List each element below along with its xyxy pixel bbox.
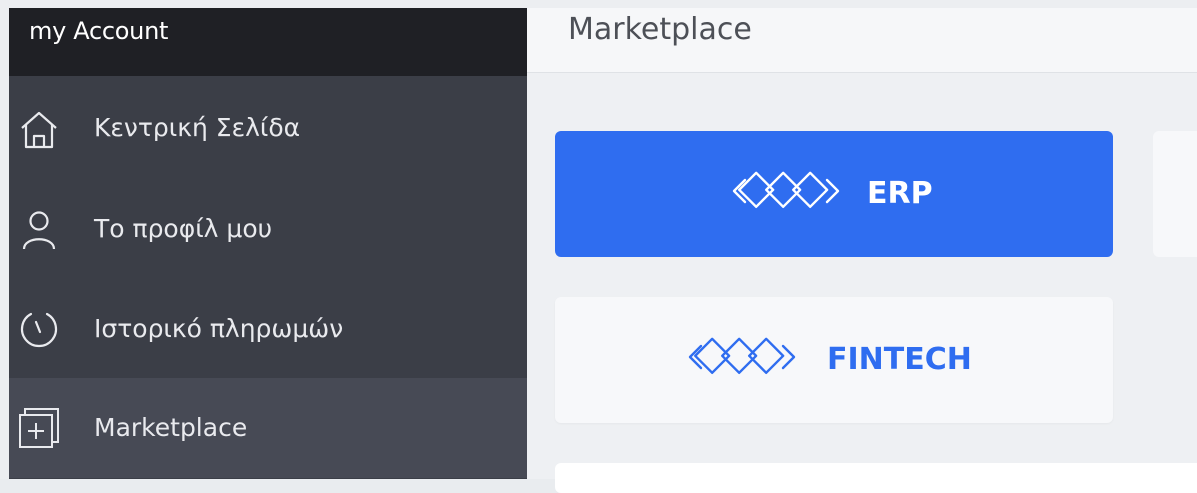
- window-top-border: [0, 0, 1197, 8]
- clock-icon: [19, 309, 59, 349]
- user-icon: [19, 210, 59, 250]
- card-label: FINTECH: [827, 342, 972, 377]
- marketplace-card-erp[interactable]: ERP: [555, 131, 1113, 257]
- sidebar-item-label: Το προφίλ μου: [94, 214, 273, 243]
- marketplace-card-fintech[interactable]: FINTECH: [555, 297, 1113, 423]
- marketplace-icon: [19, 408, 59, 448]
- chain-logo-icon: [729, 162, 843, 226]
- account-title: my Account: [29, 17, 169, 45]
- sidebar: my Account Κεντρική Σελίδα Το προφίλ μου: [9, 8, 527, 479]
- card-label: ERP: [867, 176, 933, 211]
- account-header: my Account: [9, 8, 527, 76]
- window-left-border: [0, 0, 9, 479]
- home-icon: [19, 110, 59, 150]
- sidebar-item-label: Ιστορικό πληρωμών: [94, 314, 344, 343]
- marketplace-card-partial[interactable]: [1153, 131, 1197, 257]
- sidebar-item-marketplace[interactable]: Marketplace: [9, 378, 527, 478]
- sidebar-item-label: Κεντρική Σελίδα: [94, 113, 301, 142]
- sidebar-item-label: Marketplace: [94, 413, 248, 442]
- page-title: Marketplace: [568, 12, 752, 47]
- main-header: Marketplace: [527, 8, 1197, 73]
- sidebar-item-payment-history[interactable]: Ιστορικό πληρωμών: [9, 278, 527, 378]
- sidebar-item-home[interactable]: Κεντρική Σελίδα: [9, 78, 527, 178]
- main-content: Marketplace ERP FINTECH: [527, 8, 1197, 493]
- sidebar-item-profile[interactable]: Το προφίλ μου: [9, 178, 527, 278]
- marketplace-card-partial-bottom[interactable]: [555, 463, 1197, 493]
- chain-logo-icon: [685, 328, 799, 392]
